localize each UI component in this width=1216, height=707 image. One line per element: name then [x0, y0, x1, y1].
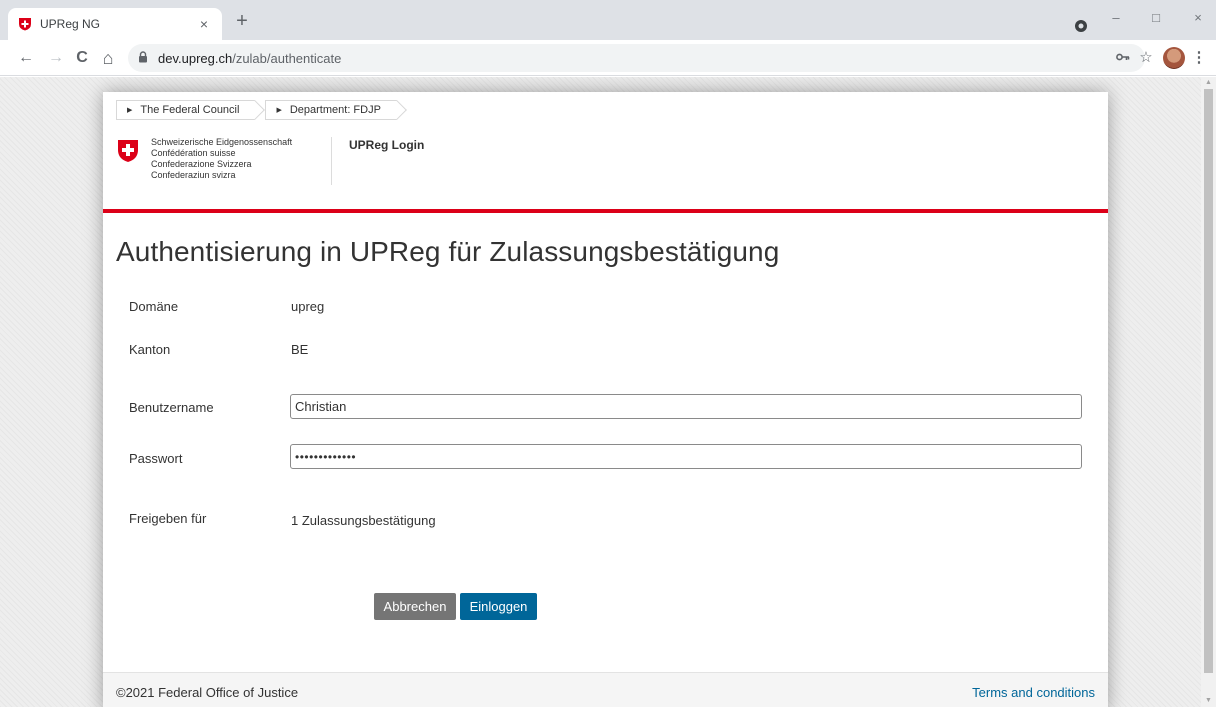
home-button[interactable]: ⌂: [98, 48, 118, 68]
canton-label: Kanton: [129, 342, 171, 357]
release-label: Freigeben für: [129, 511, 207, 526]
reload-button[interactable]: C: [72, 48, 92, 68]
scroll-down-arrow-icon[interactable]: ▼: [1201, 695, 1216, 707]
url-path: /zulab/authenticate: [232, 50, 342, 66]
breadcrumb: ▶ The Federal Council ▶ Department: FDJP: [116, 100, 407, 120]
confederation-fr: Confédération suisse: [151, 148, 236, 158]
release-value: 1 Zulassungsbestätigung: [291, 513, 436, 528]
scrollbar-thumb[interactable]: [1204, 89, 1213, 673]
breadcrumb-item-department[interactable]: ▶ Department: FDJP: [265, 100, 397, 120]
copyright-text: ©2021 Federal Office of Justice: [116, 685, 299, 700]
header-divider: [331, 137, 332, 185]
username-label: Benutzername: [129, 400, 214, 415]
confederation-it: Confederazione Svizzera: [151, 159, 252, 169]
breadcrumb-item-federal-council[interactable]: ▶ The Federal Council: [116, 100, 256, 120]
kebab-menu-icon[interactable]: ⋮: [1190, 49, 1208, 67]
browser-tab[interactable]: UPReg NG ×: [8, 8, 222, 40]
password-label: Passwort: [129, 451, 183, 466]
window-minimize-button[interactable]: –: [1100, 8, 1132, 30]
window-close-button[interactable]: ×: [1182, 8, 1214, 30]
page-title: Authentisierung in UPReg für Zulassungsb…: [116, 236, 780, 267]
caret-right-icon: ▶: [276, 107, 282, 114]
browser-tab-strip: UPReg NG × + – □ ×: [0, 0, 1216, 40]
forward-button[interactable]: →: [46, 48, 66, 68]
window-maximize-button[interactable]: □: [1140, 8, 1172, 30]
swiss-favicon-icon: [18, 17, 32, 31]
page-viewport: ▶ The Federal Council ▶ Department: FDJP…: [0, 77, 1216, 707]
key-icon[interactable]: [1114, 49, 1132, 67]
caret-right-icon: ▶: [127, 107, 133, 114]
header-red-rule: [103, 209, 1108, 213]
page-scrollbar[interactable]: ▲ ▼: [1201, 77, 1216, 707]
confederation-name: Schweizerische Eidgenossenschaft Confédé…: [151, 137, 292, 181]
lock-icon: [138, 51, 150, 65]
star-icon[interactable]: ☆: [1137, 49, 1155, 67]
terms-link[interactable]: Terms and conditions: [972, 685, 1095, 700]
login-page: ▶ The Federal Council ▶ Department: FDJP…: [103, 92, 1108, 707]
confederation-rm: Confederaziun svizra: [151, 170, 236, 180]
address-bar[interactable]: dev.upreg.ch/zulab/authenticate: [128, 44, 1145, 72]
swiss-coat-of-arms-logo: [118, 140, 138, 162]
url-text: dev.upreg.ch/zulab/authenticate: [158, 51, 341, 66]
domain-label: Domäne: [129, 299, 179, 314]
tab-close-icon[interactable]: ×: [196, 16, 212, 32]
new-tab-button[interactable]: +: [232, 11, 252, 32]
password-field[interactable]: [290, 444, 1082, 469]
confederation-de: Schweizerische Eidgenossenschaft: [151, 137, 293, 147]
tab-title: UPReg NG: [40, 17, 101, 31]
browser-profile-icon[interactable]: [1074, 19, 1088, 33]
url-host: dev.upreg.ch: [158, 50, 233, 66]
breadcrumb-label: Department: FDJP: [289, 104, 381, 116]
profile-avatar[interactable]: [1163, 47, 1185, 69]
canton-value: BE: [291, 342, 309, 357]
login-button[interactable]: Einloggen: [460, 593, 537, 620]
breadcrumb-label: The Federal Council: [140, 104, 240, 116]
app-title: UPReg Login: [349, 138, 425, 152]
scroll-up-arrow-icon[interactable]: ▲: [1201, 77, 1216, 89]
back-button[interactable]: ←: [16, 48, 36, 68]
page-footer: ©2021 Federal Office of Justice Terms an…: [103, 672, 1108, 707]
username-field[interactable]: [290, 394, 1082, 419]
browser-toolbar: ← → C ⌂ dev.upreg.ch/zulab/authenticate …: [0, 40, 1216, 76]
domain-value: upreg: [291, 299, 325, 314]
cancel-button[interactable]: Abbrechen: [374, 593, 456, 620]
